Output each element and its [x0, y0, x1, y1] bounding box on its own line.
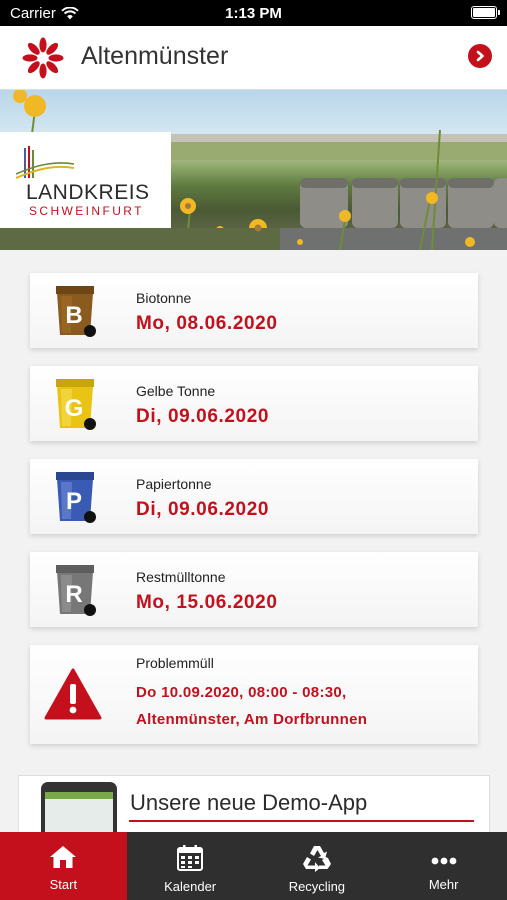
status-bar: Carrier 1:13 PM	[0, 0, 507, 26]
chevron-right-icon	[476, 50, 484, 62]
bin-letter: R	[65, 581, 82, 608]
blue-bin-icon: P	[56, 472, 96, 523]
bin-card-papiertonne[interactable]: P Papiertonne Di, 09.06.2020	[30, 459, 478, 534]
district-logo-title: LANDKREIS	[26, 181, 150, 204]
clock: 1:13 PM	[225, 5, 282, 22]
bin-name: Biotonne	[136, 290, 192, 306]
tab-start[interactable]: Start	[0, 832, 127, 900]
brown-bin-icon: B	[56, 286, 96, 337]
tab-label: Kalender	[164, 879, 217, 894]
bin-name: Papiertonne	[136, 476, 212, 492]
bin-letter: B	[65, 302, 82, 329]
app-header: Altenmünster	[0, 26, 507, 90]
yellow-bin-icon: G	[56, 379, 96, 430]
header-banner: LANDKREIS SCHWEINFURT	[0, 90, 507, 250]
district-logo: LANDKREIS SCHWEINFURT	[0, 132, 171, 228]
problem-waste-card[interactable]: Problemmüll Do 10.09.2020, 08:00 - 08:30…	[30, 645, 478, 744]
warning-icon	[44, 668, 102, 720]
bin-date: Di, 09.06.2020	[136, 406, 270, 427]
bin-letter: P	[66, 488, 82, 515]
home-icon	[50, 846, 77, 868]
tab-recycling[interactable]: Recycling	[254, 832, 381, 900]
problem-waste-time: Do 10.09.2020, 08:00 - 08:30,	[136, 684, 347, 701]
bin-name: Gelbe Tonne	[136, 383, 216, 399]
tab-mehr[interactable]: Mehr	[380, 832, 507, 900]
phone-image	[41, 782, 117, 834]
district-logo-icon	[16, 146, 75, 179]
problem-waste-location: Altenmünster, Am Dorfbrunnen	[136, 711, 368, 728]
bin-card-gelbe-tonne[interactable]: G Gelbe Tonne Di, 09.06.2020	[30, 366, 478, 441]
tab-label: Recycling	[288, 879, 346, 894]
grey-bin-icon: R	[56, 565, 96, 616]
tab-label: Mehr	[428, 877, 459, 892]
tab-kalender[interactable]: Kalender	[127, 832, 254, 900]
tab-bar: Start Kalender Recycling Mehr	[0, 832, 507, 900]
page-title: Altenmünster	[81, 42, 229, 70]
bin-date: Di, 09.06.2020	[136, 499, 270, 520]
promo-underline	[129, 820, 474, 822]
problem-waste-name: Problemmüll	[136, 655, 214, 671]
bin-name: Restmülltonne	[136, 569, 226, 585]
bin-date: Mo, 15.06.2020	[136, 592, 278, 613]
district-logo-subtitle: SCHWEINFURT	[29, 204, 144, 218]
tab-label: Start	[49, 877, 78, 892]
demo-app-promo[interactable]: Unsere neue Demo-App	[18, 775, 490, 835]
next-location-button[interactable]	[468, 44, 492, 68]
bin-date: Mo, 08.06.2020	[136, 313, 278, 334]
calendar-icon	[177, 845, 204, 871]
municipality-logo-icon	[22, 37, 64, 79]
bin-card-restmuelltonne[interactable]: R Restmülltonne Mo, 15.06.2020	[30, 552, 478, 627]
more-icon	[431, 857, 457, 865]
bin-card-biotonne[interactable]: B Biotonne Mo, 08.06.2020	[30, 273, 478, 348]
recycling-icon	[302, 846, 331, 872]
battery-icon	[471, 6, 500, 19]
promo-title: Unsere neue Demo-App	[130, 790, 368, 815]
bin-letter: G	[65, 395, 84, 422]
